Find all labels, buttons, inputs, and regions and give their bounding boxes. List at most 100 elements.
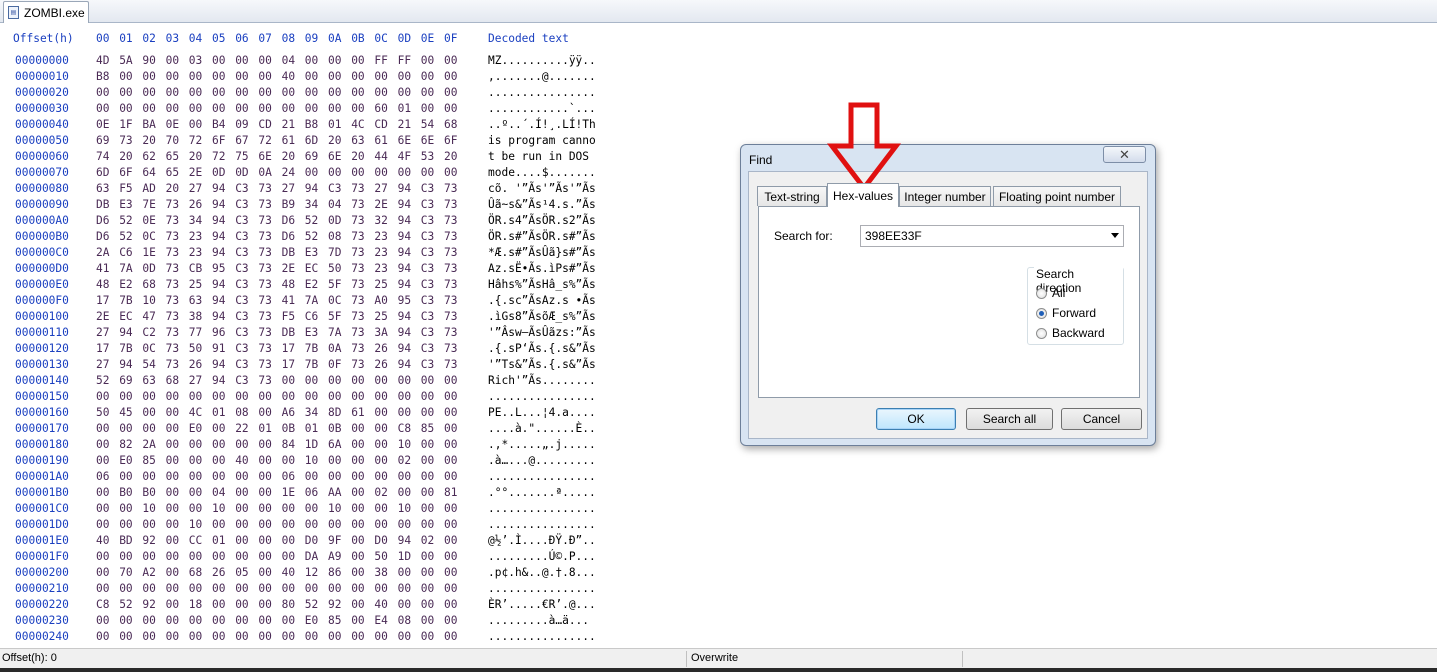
decoded-text[interactable]: ,.......@....... [488, 70, 596, 83]
hex-byte[interactable]: 06 [96, 470, 109, 483]
hex-byte[interactable]: 00 [258, 614, 271, 627]
hex-byte[interactable]: 1D [305, 438, 318, 451]
hex-byte[interactable]: 21 [398, 118, 411, 131]
hex-byte[interactable]: 00 [119, 614, 132, 627]
hex-byte[interactable]: 62 [142, 150, 155, 163]
hex-byte[interactable]: 00 [96, 630, 109, 643]
hex-byte[interactable]: 00 [374, 518, 387, 531]
hex-byte[interactable]: 00 [398, 70, 411, 83]
hex-byte[interactable]: 73 [444, 342, 457, 355]
hex-byte[interactable]: 00 [398, 566, 411, 579]
hex-byte[interactable]: 00 [351, 550, 364, 563]
hex-byte[interactable]: 00 [235, 582, 248, 595]
hex-byte[interactable]: 02 [398, 454, 411, 467]
hex-byte[interactable]: 40 [374, 598, 387, 611]
hex-byte[interactable]: 73 [166, 294, 179, 307]
hex-byte[interactable]: 00 [166, 582, 179, 595]
hex-byte[interactable]: 00 [328, 390, 341, 403]
hex-byte[interactable]: 00 [421, 502, 434, 515]
hex-byte[interactable]: 90 [142, 54, 155, 67]
hex-byte[interactable]: 7A [328, 326, 341, 339]
hex-byte[interactable]: 94 [398, 278, 411, 291]
hex-byte[interactable]: 06 [305, 486, 318, 499]
hex-byte[interactable]: 00 [374, 422, 387, 435]
hex-byte[interactable]: E3 [119, 198, 132, 211]
hex-byte[interactable]: E0 [119, 454, 132, 467]
hex-byte[interactable]: 08 [398, 614, 411, 627]
hex-byte[interactable]: 7B [305, 358, 318, 371]
hex-byte[interactable]: 00 [142, 470, 155, 483]
hex-byte[interactable]: 00 [444, 518, 457, 531]
hex-byte[interactable]: 73 [351, 262, 364, 275]
hex-byte[interactable]: 52 [305, 214, 318, 227]
hex-byte[interactable]: 00 [328, 374, 341, 387]
hex-byte[interactable]: 0D [328, 214, 341, 227]
hex-byte[interactable]: C3 [421, 230, 434, 243]
hex-byte[interactable]: 00 [119, 390, 132, 403]
hex-byte[interactable]: 00 [282, 502, 295, 515]
hex-byte[interactable]: 00 [258, 406, 271, 419]
hex-byte[interactable]: 00 [282, 86, 295, 99]
hex-byte[interactable]: 00 [119, 630, 132, 643]
hex-byte[interactable]: 73 [258, 294, 271, 307]
hex-byte[interactable]: 00 [374, 166, 387, 179]
hex-byte[interactable]: 34 [305, 198, 318, 211]
hex-byte[interactable]: 94 [398, 358, 411, 371]
hex-byte[interactable]: 73 [166, 214, 179, 227]
hex-byte[interactable]: 00 [328, 518, 341, 531]
hex-byte[interactable]: 73 [351, 246, 364, 259]
hex-byte[interactable]: C3 [235, 182, 248, 195]
hex-byte[interactable]: 00 [444, 566, 457, 579]
hex-byte[interactable]: 00 [258, 598, 271, 611]
hex-byte[interactable]: CD [374, 118, 387, 131]
hex-byte[interactable]: 73 [351, 278, 364, 291]
hex-byte[interactable]: 00 [235, 486, 248, 499]
hex-byte[interactable]: 6A [328, 438, 341, 451]
hex-byte[interactable]: 50 [189, 342, 202, 355]
hex-byte[interactable]: 63 [96, 182, 109, 195]
hex-byte[interactable]: 50 [328, 262, 341, 275]
hex-byte[interactable]: 73 [258, 214, 271, 227]
hex-byte[interactable]: 6F [119, 166, 132, 179]
hex-byte[interactable]: 20 [119, 150, 132, 163]
hex-byte[interactable]: 00 [351, 70, 364, 83]
hex-byte[interactable]: 73 [444, 246, 457, 259]
hex-byte[interactable]: 38 [189, 310, 202, 323]
hex-byte[interactable]: 00 [189, 118, 202, 131]
hex-byte[interactable]: 0E [142, 214, 155, 227]
hex-byte[interactable]: 00 [305, 54, 318, 67]
hex-byte[interactable]: 6E [258, 150, 271, 163]
hex-byte[interactable]: 08 [328, 230, 341, 243]
hex-byte[interactable]: 00 [189, 486, 202, 499]
hex-byte[interactable]: 00 [421, 390, 434, 403]
hex-byte[interactable]: 73 [444, 262, 457, 275]
hex-byte[interactable]: 96 [212, 326, 225, 339]
hex-byte[interactable]: 00 [398, 582, 411, 595]
hex-byte[interactable]: AA [328, 486, 341, 499]
hex-byte[interactable]: 92 [142, 598, 155, 611]
hex-byte[interactable]: 00 [421, 630, 434, 643]
hex-byte[interactable]: 53 [421, 150, 434, 163]
hex-byte[interactable]: 50 [374, 550, 387, 563]
hex-byte[interactable]: 00 [166, 102, 179, 115]
hex-byte[interactable]: 00 [96, 390, 109, 403]
hex-byte[interactable]: BA [142, 118, 155, 131]
hex-byte[interactable]: DA [305, 550, 318, 563]
hex-byte[interactable]: 00 [166, 502, 179, 515]
hex-byte[interactable]: 0E [96, 118, 109, 131]
hex-byte[interactable]: 00 [258, 102, 271, 115]
hex-byte[interactable]: 40 [282, 70, 295, 83]
decoded-text[interactable]: ................ [488, 630, 596, 643]
hex-byte[interactable]: 94 [212, 246, 225, 259]
hex-byte[interactable]: 60 [374, 102, 387, 115]
hex-byte[interactable]: 01 [212, 534, 225, 547]
hex-byte[interactable]: 00 [305, 502, 318, 515]
hex-byte[interactable]: 00 [258, 70, 271, 83]
tab-integer-number[interactable]: Integer number [899, 186, 991, 206]
decoded-text[interactable]: ÈR’.....€R’.@... [488, 598, 596, 611]
hex-byte[interactable]: 00 [305, 102, 318, 115]
hex-byte[interactable]: C8 [96, 598, 109, 611]
hex-byte[interactable]: 00 [96, 550, 109, 563]
hex-byte[interactable]: 0C [142, 342, 155, 355]
hex-byte[interactable]: 05 [235, 566, 248, 579]
